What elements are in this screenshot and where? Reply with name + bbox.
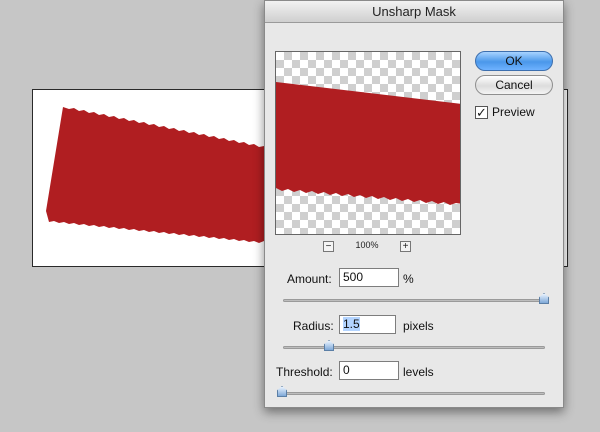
amount-slider-thumb[interactable] (539, 293, 549, 304)
preview-checkbox-label: Preview (492, 105, 535, 119)
radius-unit: pixels (403, 319, 434, 333)
unsharp-mask-dialog: Unsharp Mask − 100% + OK Cancel ✓ Previe… (264, 0, 564, 408)
dialog-title: Unsharp Mask (265, 1, 563, 23)
preview-stripe (276, 82, 460, 205)
preview-checkbox[interactable]: ✓ (475, 106, 488, 119)
threshold-slider-thumb[interactable] (277, 386, 287, 397)
amount-slider-track[interactable] (283, 299, 545, 302)
amount-unit: % (403, 272, 414, 286)
cancel-button[interactable]: Cancel (475, 75, 553, 95)
threshold-field[interactable]: 0 (339, 361, 399, 380)
radius-value: 1.5 (343, 317, 360, 331)
preview-pane[interactable] (275, 51, 461, 235)
radius-label: Radius: (293, 319, 334, 333)
threshold-unit: levels (403, 365, 434, 379)
zoom-level: 100% (355, 240, 379, 250)
amount-field[interactable]: 500 (339, 268, 399, 287)
radius-slider-track[interactable] (283, 346, 545, 349)
plus-icon: + (402, 241, 409, 252)
threshold-label: Threshold: (276, 365, 333, 379)
check-mark-icon: ✓ (476, 105, 487, 120)
minus-icon: − (325, 241, 332, 252)
ok-button[interactable]: OK (475, 51, 553, 71)
radius-field[interactable]: 1.5 (339, 315, 396, 334)
zoom-in-button[interactable]: + (400, 241, 411, 252)
radius-slider-thumb[interactable] (324, 340, 334, 351)
threshold-slider-track[interactable] (283, 392, 545, 395)
zoom-out-button[interactable]: − (323, 241, 334, 252)
amount-label: Amount: (287, 272, 332, 286)
